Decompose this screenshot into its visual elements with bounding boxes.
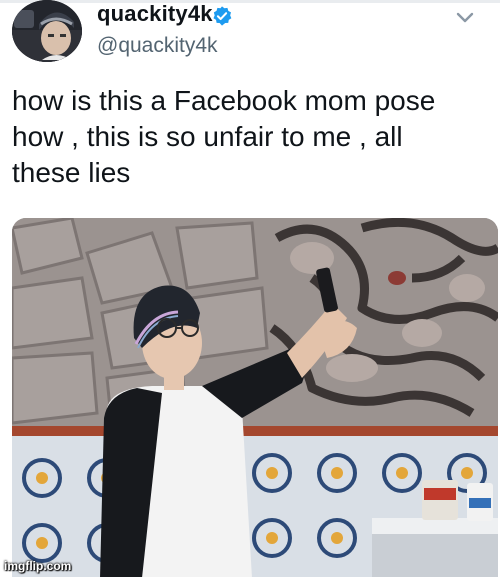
chevron-down-icon[interactable]: [453, 5, 477, 29]
top-divider: [0, 0, 500, 3]
tweet-photo[interactable]: [12, 218, 498, 577]
handle[interactable]: @quackity4k: [97, 34, 218, 58]
avatar[interactable]: [12, 0, 82, 62]
verified-badge-icon: [213, 6, 232, 26]
tweet-text: how is this a Facebook mom pose how , th…: [12, 85, 436, 188]
imgflip-watermark: imgflip.com: [4, 559, 72, 573]
display-name[interactable]: quackity4k: [97, 1, 213, 27]
